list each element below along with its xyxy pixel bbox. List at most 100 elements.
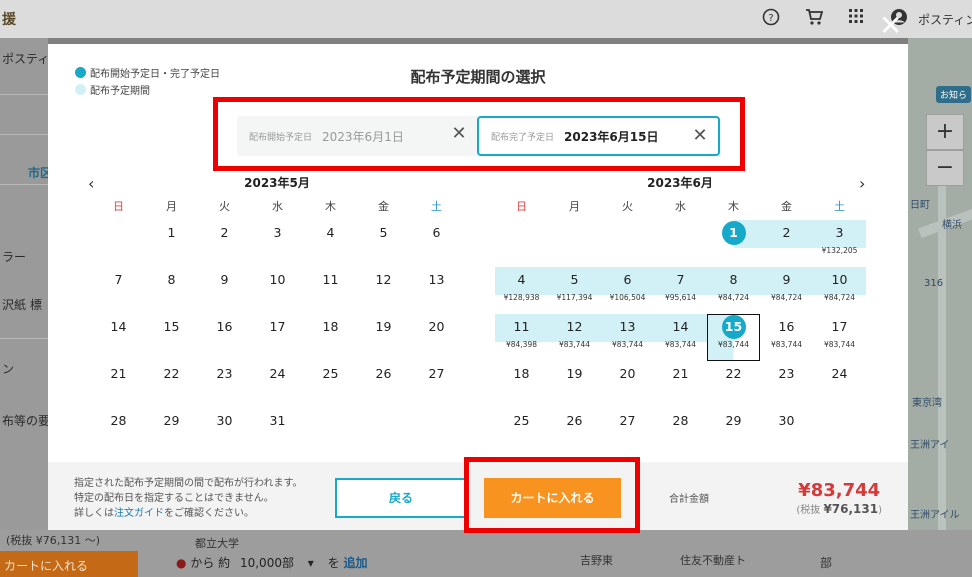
calendar-day[interactable]: 4 bbox=[304, 220, 357, 267]
user-name[interactable]: ポスティン bbox=[918, 11, 972, 28]
calendar-day[interactable]: 21 bbox=[92, 361, 145, 408]
day-number: 18 bbox=[322, 319, 339, 334]
map-label: 316 bbox=[924, 278, 944, 289]
calendar-day[interactable]: 26 bbox=[548, 408, 601, 455]
weekday-label: 土 bbox=[431, 200, 442, 213]
left-item: ポスティ bbox=[2, 52, 48, 66]
calendar-day[interactable]: 26 bbox=[357, 361, 410, 408]
calendar-day[interactable]: 13 bbox=[410, 267, 463, 314]
footer-note: 指定された配布予定期間の間で配布が行われます。 特定の配布日を指定することはでき… bbox=[74, 476, 303, 521]
cart-icon[interactable] bbox=[804, 8, 824, 28]
calendar-day[interactable]: 12 ¥83,744 bbox=[548, 314, 601, 349]
day-number: 28 bbox=[672, 413, 689, 428]
calendar-day[interactable]: 18 bbox=[495, 361, 548, 408]
total-label: 合計金額 bbox=[669, 494, 709, 505]
map-zoom-out-button[interactable]: − bbox=[926, 150, 964, 186]
calendar-day[interactable]: 19 bbox=[357, 314, 410, 361]
calendar-day[interactable]: 16 bbox=[198, 314, 251, 361]
calendar-day[interactable]: 24 bbox=[251, 361, 304, 408]
tax-excluded-value: ¥76,131 bbox=[823, 502, 879, 516]
calendar-day[interactable]: 4 ¥128,938 bbox=[495, 267, 548, 302]
calendar-day[interactable]: 27 bbox=[410, 361, 463, 408]
day-number: 7 bbox=[676, 272, 685, 287]
map-station-label: 都立大学 bbox=[195, 537, 239, 550]
calendar-day[interactable]: 23 bbox=[760, 361, 813, 408]
calendar-day[interactable]: 27 bbox=[601, 408, 654, 455]
calendar-day[interactable]: 9 ¥84,724 bbox=[760, 267, 813, 302]
calendar-day[interactable]: 2 bbox=[760, 220, 813, 248]
map-label: 横浜 bbox=[942, 220, 962, 231]
note-line: 詳しくは注文ガイドをご確認ください。 bbox=[74, 506, 303, 521]
total-price: ¥83,744 (税抜 ¥76,131) bbox=[796, 480, 882, 516]
left-item: ン bbox=[2, 362, 15, 376]
calendar-day[interactable]: 11 ¥84,398 bbox=[495, 314, 548, 349]
order-guide-link[interactable]: 注文ガイド bbox=[114, 508, 164, 519]
weekday-label: 月 bbox=[569, 200, 580, 213]
calendar-day[interactable]: 17 ¥83,744 bbox=[813, 314, 866, 361]
calendar-day[interactable]: 15 bbox=[145, 314, 198, 361]
calendar-empty-cell bbox=[548, 220, 601, 267]
calendar-day[interactable]: 2 bbox=[198, 220, 251, 267]
day-number: 13 bbox=[619, 319, 636, 334]
calendar-may: 2023年5月 日 月 火 水 木 金 土 1 2 3 4 5 6 7 8 9 10 11 12 13 1… bbox=[92, 174, 462, 455]
calendar-day[interactable]: 24 bbox=[813, 361, 866, 408]
calendar-day[interactable]: 7 ¥95,614 bbox=[654, 267, 707, 302]
map-notice-tag: お知ら bbox=[936, 86, 972, 103]
calendar-day[interactable]: 8 ¥84,724 bbox=[707, 267, 760, 302]
calendar-day[interactable]: 20 bbox=[410, 314, 463, 361]
calendar-day[interactable]: 17 bbox=[251, 314, 304, 361]
calendar-day[interactable]: 10 bbox=[251, 267, 304, 314]
calendar-day[interactable]: 25 bbox=[304, 361, 357, 408]
calendar-day[interactable]: 19 bbox=[548, 361, 601, 408]
calendar-day[interactable]: 29 bbox=[145, 408, 198, 455]
calendar-day[interactable]: 14 bbox=[92, 314, 145, 361]
calendar-day[interactable]: 25 bbox=[495, 408, 548, 455]
calendar-day[interactable]: 1 bbox=[707, 220, 760, 248]
calendar-day[interactable]: 22 bbox=[707, 361, 760, 408]
calendar-day[interactable]: 11 bbox=[304, 267, 357, 314]
modal-close-button[interactable]: ✕ bbox=[879, 12, 902, 40]
calendar-day[interactable]: 6 bbox=[410, 220, 463, 267]
calendar-day[interactable]: 30 bbox=[760, 408, 813, 455]
apps-grid-icon[interactable] bbox=[846, 8, 866, 28]
calendar-day[interactable]: 28 bbox=[654, 408, 707, 455]
calendar-day[interactable]: 5 bbox=[357, 220, 410, 267]
calendar-day[interactable]: 3 bbox=[251, 220, 304, 267]
calendar-day[interactable]: 30 bbox=[198, 408, 251, 455]
calendar-day[interactable]: 12 bbox=[357, 267, 410, 314]
weekday-label: 木 bbox=[325, 200, 336, 213]
calendar-day[interactable]: 21 bbox=[654, 361, 707, 408]
day-number: 15 bbox=[163, 319, 180, 334]
map-zoom-in-button[interactable]: + bbox=[926, 114, 964, 150]
calendar-day[interactable]: 1 bbox=[145, 220, 198, 267]
calendar-day[interactable]: 5 ¥117,394 bbox=[548, 267, 601, 302]
day-price: ¥117,394 bbox=[556, 293, 593, 302]
calendar-day[interactable]: 3 ¥132,205 bbox=[813, 220, 866, 255]
calendar-day[interactable]: 31 bbox=[251, 408, 304, 455]
background-cart-button[interactable]: カートに入れる bbox=[0, 551, 138, 577]
day-price: ¥84,398 bbox=[505, 340, 537, 349]
calendar-day[interactable]: 8 bbox=[145, 267, 198, 314]
chevron-down-icon[interactable]: ▾ bbox=[308, 556, 314, 570]
day-number: 9 bbox=[782, 272, 791, 287]
calendar-day[interactable]: 15 ¥83,744 bbox=[707, 314, 760, 361]
calendar-day[interactable]: 22 bbox=[145, 361, 198, 408]
calendar-day[interactable]: 18 bbox=[304, 314, 357, 361]
day-number: 1 bbox=[167, 225, 176, 240]
calendar-day[interactable]: 28 bbox=[92, 408, 145, 455]
qty-select[interactable]: 10,000部 bbox=[240, 556, 294, 570]
calendar-day[interactable]: 16 ¥83,744 bbox=[760, 314, 813, 361]
calendar-day[interactable]: 23 bbox=[198, 361, 251, 408]
calendar-day[interactable]: 6 ¥106,504 bbox=[601, 267, 654, 302]
calendar-day[interactable]: 20 bbox=[601, 361, 654, 408]
add-link[interactable]: 追加 bbox=[344, 556, 368, 570]
calendar-day[interactable]: 29 bbox=[707, 408, 760, 455]
calendar-day[interactable]: 7 bbox=[92, 267, 145, 314]
calendar-day[interactable]: 10 ¥84,724 bbox=[813, 267, 866, 302]
help-icon[interactable]: ? bbox=[761, 8, 781, 28]
back-button[interactable]: 戻る bbox=[335, 478, 467, 518]
calendar-day[interactable]: 9 bbox=[198, 267, 251, 314]
calendar-day[interactable]: 14 ¥83,744 bbox=[654, 314, 707, 349]
calendar-day[interactable]: 13 ¥83,744 bbox=[601, 314, 654, 349]
calendar-empty-cell bbox=[601, 220, 654, 267]
